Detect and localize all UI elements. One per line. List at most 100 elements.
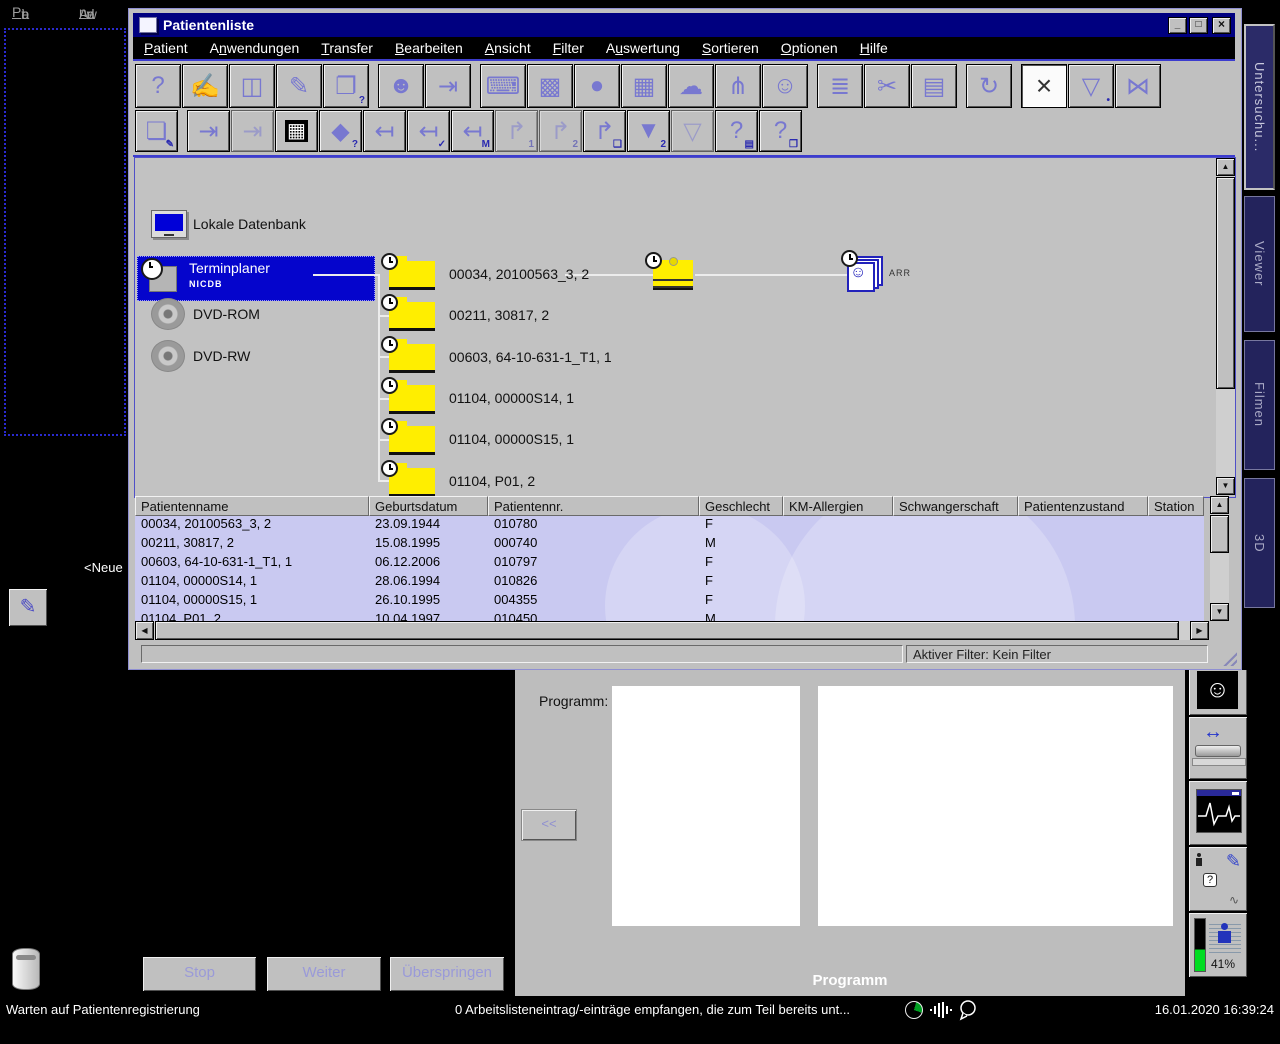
forward-2-button[interactable]: ↱2 [539,110,582,152]
folder-item-2[interactable]: 00211, 30817, 2 [449,307,549,323]
menu-optionen[interactable]: Optionen [770,40,849,56]
menu-patient[interactable]: Patient [133,40,199,56]
tree-node-dvd-rw[interactable]: DVD-RW [193,348,250,364]
tree-scrollbar[interactable]: ▲ ▼ [1216,158,1235,495]
capacity-button[interactable]: 41% [1188,912,1248,978]
tab-untersuchung[interactable]: Untersuchu... [1244,24,1275,190]
folder-item-4[interactable]: 01104, 00000S14, 1 [449,390,574,406]
stop-button[interactable]: Stop [142,956,257,992]
maximize-button[interactable]: □ [1189,17,1208,34]
column-geburtsdatum[interactable]: Geburtsdatum [369,496,488,516]
import-worklist-alt-button[interactable]: ⇥ [231,110,274,152]
folder-item-5[interactable]: 01104, 00000S15, 1 [449,431,574,447]
weiter-button[interactable]: Weiter [266,956,382,992]
table-hscrollbar[interactable]: ◀ ▶ [135,621,1209,640]
refresh-button[interactable]: ↻ [966,64,1012,108]
move-left-check-button[interactable]: ↤✓ [407,110,450,152]
scroll-down-button[interactable]: ▼ [1210,603,1229,621]
scroll-left-button[interactable]: ◀ [135,621,154,640]
column-patientenname[interactable]: Patientenname [135,496,369,516]
edit-pencil-button[interactable]: ✎ [8,588,48,627]
scroll-down-button[interactable]: ▼ [1216,477,1235,495]
export-button[interactable]: ⇥ [425,64,471,108]
tab-filmen[interactable]: Filmen [1244,340,1275,470]
import-worklist-button[interactable]: ⇥ [187,110,230,152]
table-row[interactable]: 01104, P01, 210.04.1997010450M [135,611,1204,621]
program-list-right[interactable] [818,686,1173,926]
projector-query-button[interactable]: ?▤ [715,110,758,152]
package-query-button[interactable]: ◆? [319,110,362,152]
patient-edit-button[interactable]: ✎ [276,64,322,108]
folder-item-6[interactable]: 01104, P01, 2 [449,473,535,489]
column-patientenzustand[interactable]: Patientenzustand [1018,496,1148,516]
resize-grip[interactable] [1221,650,1237,666]
table-row[interactable]: 00211, 30817, 215.08.1995000740M [135,535,1204,554]
forward-1-button[interactable]: ↱1 [495,110,538,152]
dissolve-button[interactable]: ▩ [527,64,573,108]
menu-filter[interactable]: Filter [542,40,595,56]
patient-register-button[interactable]: ✍ [182,64,228,108]
scroll-right-button[interactable]: ▶ [1190,621,1209,640]
tab-3d[interactable]: 3D [1244,478,1275,608]
table-scrollbar[interactable]: ▲ ▼ [1210,496,1229,621]
tree-structure-button[interactable]: ≣ [817,64,863,108]
menu-hilfe[interactable]: Hilfe [849,40,899,56]
table-row[interactable]: 01104, 00000S14, 128.06.1994010826F [135,573,1204,592]
worklist-x-button[interactable]: × [1021,64,1067,108]
column-km-allergien[interactable]: KM-Allergien [783,496,893,516]
menu-anwendungen[interactable]: Anwendungen [199,40,311,56]
table-row[interactable]: 00034, 20100563_3, 223.09.1944010780F [135,516,1204,535]
background-menu-patient[interactable]: Patient [12,4,21,20]
column-geschlecht[interactable]: Geschlecht [699,496,783,516]
menu-sortieren[interactable]: Sortieren [691,40,770,56]
shredder-button[interactable]: ▤ [911,64,957,108]
link-button[interactable]: ⋈ [1115,64,1161,108]
titlebar[interactable]: Patientenliste _ □ × [133,13,1235,37]
menu-bearbeiten[interactable]: Bearbeiten [384,40,474,56]
circle-roi-button[interactable]: ● [574,64,620,108]
scroll-up-button[interactable]: ▲ [1210,496,1229,514]
menu-auswertung[interactable]: Auswertung [595,40,691,56]
head-outline-button[interactable]: ☺ [1188,666,1248,716]
tree-node-lokale-datenbank[interactable]: Lokale Datenbank [193,216,306,232]
keyboard-patient-button[interactable]: ⌨ [480,64,526,108]
column-schwangerschaft[interactable]: Schwangerschaft [893,496,1018,516]
forward-corner-button[interactable]: ↱❏ [583,110,626,152]
folder-query-button[interactable]: ❐? [323,64,369,108]
register-query-button[interactable]: ? [135,64,181,108]
menu-ansicht[interactable]: Ansicht [474,40,542,56]
scroll-thumb[interactable] [155,621,1179,640]
volume-blob-button[interactable]: ☁ [668,64,714,108]
patient-reposition-button[interactable]: ↔ [1188,716,1248,780]
scroll-up-button[interactable]: ▲ [1216,158,1235,176]
close-button[interactable]: × [1212,17,1231,34]
column-patientennr[interactable]: Patientennr. [488,496,699,516]
head-mirror-button[interactable]: ☻ [378,64,424,108]
tab-viewer[interactable]: Viewer [1244,196,1275,332]
patient-merge-button[interactable]: ◫ [229,64,275,108]
table-row[interactable]: 00603, 64-10-631-1_T1, 106.12.2006010797… [135,554,1204,573]
head-profile-button[interactable]: ☺ [762,64,808,108]
folder-item-1[interactable]: 00034, 20100563_3, 2 [449,266,589,282]
windows-query-button[interactable]: ?❐ [759,110,802,152]
folder-item-3[interactable]: 00603, 64-10-631-1_T1, 1 [449,349,612,365]
program-list-left[interactable] [612,686,800,926]
table-row[interactable]: 01104, 00000S15, 126.10.1995004355F [135,592,1204,611]
scroll-thumb[interactable] [1216,177,1235,389]
note-edit-button[interactable]: ❏✎ [135,110,178,152]
background-menu-anwendungen[interactable]: Anwend [79,4,87,20]
minimize-button[interactable]: _ [1168,17,1187,34]
ecg-monitor-button[interactable] [1188,780,1248,846]
move-left-m-button[interactable]: ↤M [451,110,494,152]
patient-query-button[interactable]: ✎ ? ∿ [1188,846,1248,912]
grid-button[interactable]: ▦ [275,110,318,152]
collapse-button[interactable]: << [521,809,577,841]
branch-button[interactable]: ⋔ [715,64,761,108]
move-left-button[interactable]: ↤ [363,110,406,152]
column-station[interactable]: Station [1148,496,1204,516]
cut-button[interactable]: ✂ [864,64,910,108]
filter-funnel-button[interactable]: ▽• [1068,64,1114,108]
tree-node-dvd-rom[interactable]: DVD-ROM [193,306,260,322]
workflow-button[interactable]: ▦ [621,64,667,108]
sort-descend-2-button[interactable]: ▼2 [627,110,670,152]
